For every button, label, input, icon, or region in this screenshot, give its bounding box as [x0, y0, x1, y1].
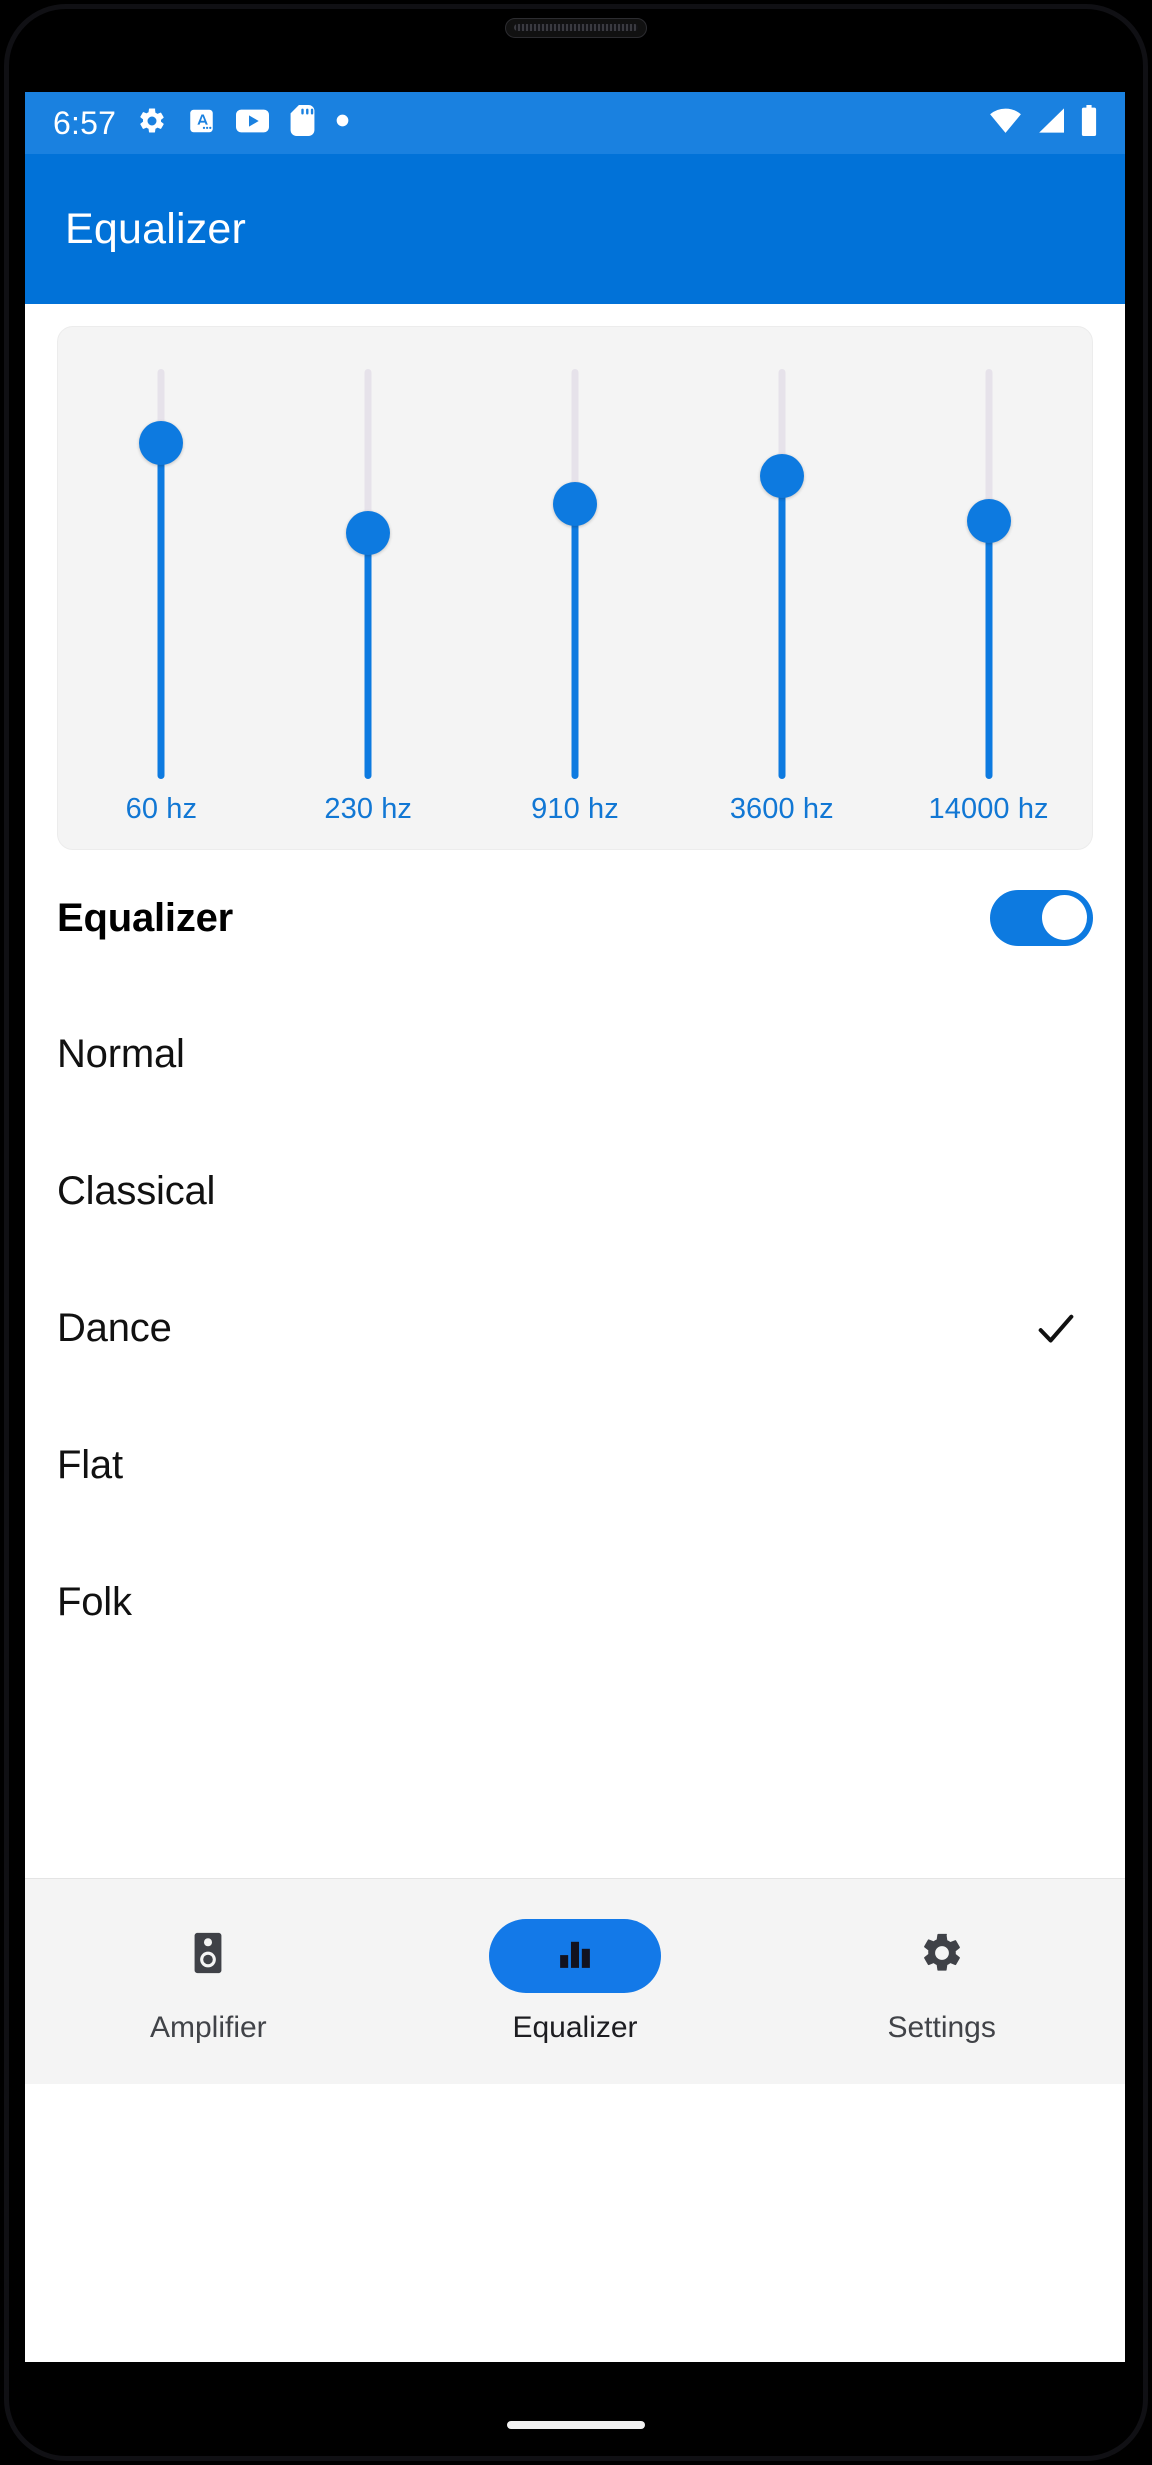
cellular-signal-icon [1035, 107, 1066, 139]
home-indicator [507, 2421, 645, 2429]
slider-track-fill [778, 475, 786, 779]
slider-track-fill [157, 442, 165, 779]
frequency-label-230hz: 230 hz [324, 792, 413, 825]
slider-3600hz[interactable] [752, 369, 812, 779]
nav-icon-holder [856, 1919, 1028, 1993]
equalizer-toggle-switch[interactable] [990, 890, 1093, 946]
preset-label: Folk [57, 1580, 132, 1624]
status-bar: 6:57 [25, 92, 1125, 154]
nav-label-amplifier: Amplifier [149, 2010, 267, 2044]
app-bar: Equalizer [25, 154, 1125, 304]
slider-230hz[interactable] [338, 369, 398, 779]
nav-tab-amplifier[interactable]: Amplifier [25, 1879, 392, 2084]
equalizer-slider-row [58, 327, 1092, 787]
battery-icon [1079, 105, 1099, 141]
preset-item-dance[interactable]: Dance [57, 1260, 1093, 1397]
frequency-label-60hz: 60 hz [125, 792, 198, 825]
preset-label: Flat [57, 1443, 123, 1487]
phone-screen: 6:57 Equalizer 60 hz 230 hz 910 hz 3600 … [25, 92, 1125, 2362]
preset-item-folk[interactable]: Folk [57, 1534, 1093, 1671]
wifi-icon [989, 107, 1022, 139]
preset-list: Normal Classical Dance Flat Folk [57, 986, 1093, 1671]
gear-icon [919, 1930, 965, 1981]
preset-label: Classical [57, 1169, 216, 1213]
slider-track-fill [364, 533, 372, 779]
frequency-label-14000hz: 14000 hz [928, 792, 1049, 825]
slider-track-fill [571, 504, 579, 779]
band-slider-3600hz[interactable] [678, 327, 885, 787]
speaker-icon [185, 1930, 231, 1981]
nav-label-equalizer: Equalizer [512, 2010, 638, 2044]
slider-track-fill [985, 520, 993, 779]
equalizer-toggle-row[interactable]: Equalizer [57, 850, 1093, 986]
nav-label-settings: Settings [887, 2010, 996, 2044]
frequency-label-3600hz: 3600 hz [729, 792, 834, 825]
gear-icon [137, 106, 167, 141]
youtube-icon [236, 109, 270, 138]
sdcard-icon [290, 105, 315, 141]
slider-thumb[interactable] [346, 511, 391, 555]
frequency-label-cell: 60 hz [58, 789, 265, 829]
band-slider-230hz[interactable] [265, 327, 472, 787]
frequency-label-910hz: 910 hz [531, 792, 619, 825]
main-content: 60 hz 230 hz 910 hz 3600 hz 14000 hz Equ… [25, 304, 1125, 2084]
preset-label: Dance [57, 1306, 172, 1350]
nav-tab-equalizer[interactable]: Equalizer [392, 1879, 759, 2084]
slider-14000hz[interactable] [959, 369, 1019, 779]
nav-active-pill [489, 1918, 661, 1993]
frequency-label-cell: 3600 hz [678, 789, 885, 829]
frequency-label-cell: 230 hz [265, 789, 472, 829]
device-frame: 6:57 Equalizer 60 hz 230 hz 910 hz 3600 … [0, 0, 1152, 2465]
app-a-icon [188, 107, 215, 140]
status-bar-clock: 6:57 [53, 105, 117, 141]
dot-icon [336, 114, 349, 132]
slider-thumb[interactable] [552, 482, 597, 527]
check-icon [1038, 1314, 1074, 1343]
page-title: Equalizer [65, 204, 247, 253]
preset-item-normal[interactable]: Normal [57, 986, 1093, 1123]
slider-thumb[interactable] [966, 498, 1011, 543]
equalizer-sliders-card: 60 hz 230 hz 910 hz 3600 hz 14000 hz [57, 326, 1093, 850]
slider-910hz[interactable] [545, 369, 605, 779]
slider-thumb[interactable] [139, 420, 184, 465]
band-slider-14000hz[interactable] [885, 327, 1092, 787]
preset-item-flat[interactable]: Flat [57, 1397, 1093, 1534]
nav-icon-holder [122, 1919, 294, 1993]
nav-tab-settings[interactable]: Settings [758, 1879, 1125, 2084]
bottom-navigation-bar: Amplifier Equalizer Settings [25, 1878, 1125, 2084]
slider-60hz[interactable] [131, 369, 191, 779]
equalizer-toggle-label: Equalizer [57, 895, 234, 940]
status-bar-left-group: 6:57 [53, 105, 349, 141]
frequency-label-row: 60 hz 230 hz 910 hz 3600 hz 14000 hz [58, 789, 1092, 829]
bar-chart-icon [554, 1932, 596, 1979]
band-slider-910hz[interactable] [472, 327, 679, 787]
toggle-knob [1042, 895, 1087, 940]
preset-label: Normal [57, 1032, 185, 1076]
camera-notch [505, 18, 647, 38]
preset-item-classical[interactable]: Classical [57, 1123, 1093, 1260]
band-slider-60hz[interactable] [58, 327, 265, 787]
slider-thumb[interactable] [759, 453, 804, 498]
frequency-label-cell: 14000 hz [885, 789, 1092, 829]
status-bar-right-group [989, 105, 1099, 141]
frequency-label-cell: 910 hz [472, 789, 679, 829]
